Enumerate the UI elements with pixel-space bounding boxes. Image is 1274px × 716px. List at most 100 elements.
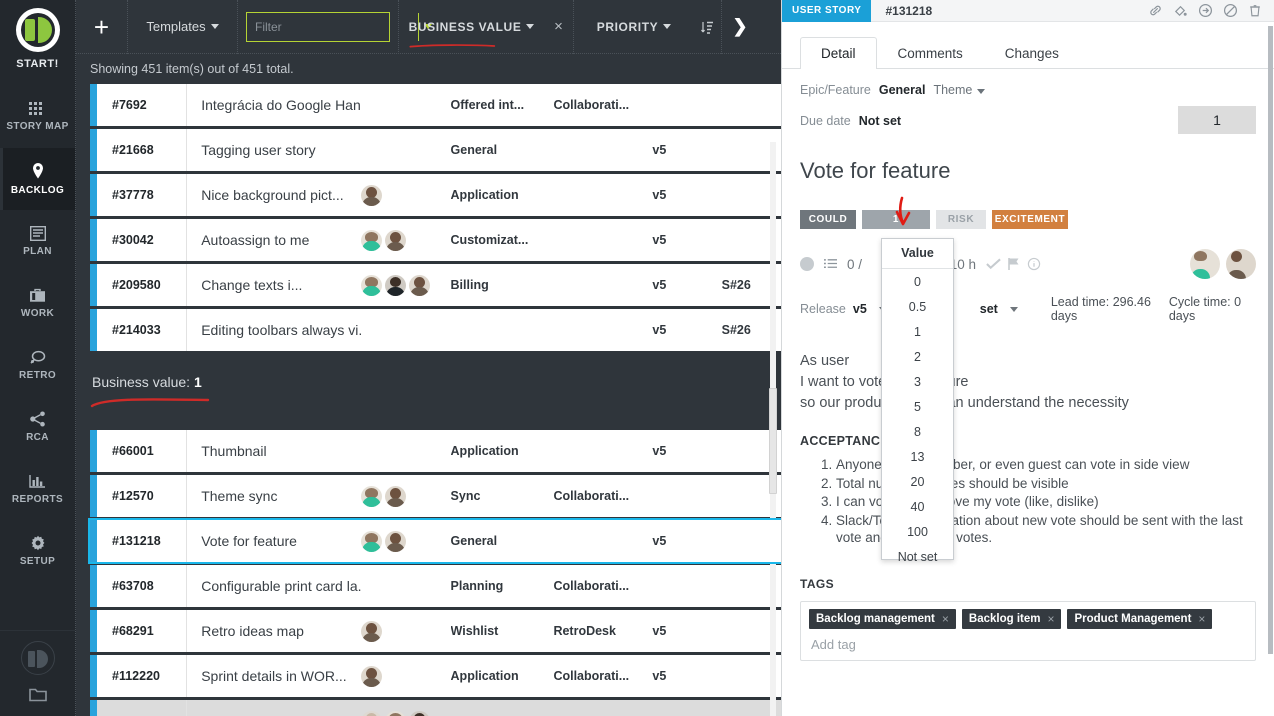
- row-id: #66001: [90, 430, 188, 472]
- sidebar-item-plan[interactable]: PLAN: [0, 210, 75, 272]
- release-value[interactable]: v5: [853, 302, 867, 316]
- sidebar-item-story-map[interactable]: STORY MAP: [0, 86, 75, 148]
- paint-icon[interactable]: [1173, 3, 1188, 18]
- due-date-value[interactable]: Not set: [859, 114, 901, 128]
- sort-order-button[interactable]: [694, 0, 722, 54]
- tab-detail[interactable]: Detail: [800, 37, 877, 69]
- priority-grouping-button[interactable]: PRIORITY: [574, 0, 694, 54]
- row-accent-bar: [90, 174, 97, 216]
- risk-badge[interactable]: RISK: [936, 210, 986, 229]
- value-option[interactable]: 5: [882, 394, 953, 419]
- tab-comments[interactable]: Comments: [877, 37, 984, 69]
- templates-dropdown[interactable]: Templates: [128, 0, 238, 54]
- avatar[interactable]: [1226, 249, 1256, 279]
- remove-tag-icon[interactable]: ×: [1047, 612, 1054, 626]
- block-icon[interactable]: [1223, 3, 1238, 18]
- row-accent-bar: [90, 309, 97, 351]
- theme-dropdown[interactable]: Theme: [933, 83, 986, 97]
- table-row[interactable]: #131218 Vote for feature General v5: [88, 518, 781, 564]
- flag-icon[interactable]: [1007, 257, 1021, 271]
- value-option[interactable]: 20: [882, 469, 953, 494]
- workspace-logo-icon[interactable]: [20, 641, 55, 675]
- value-option[interactable]: 2: [882, 344, 953, 369]
- value-badge[interactable]: 1: [862, 210, 930, 229]
- table-row[interactable]: #7692 Integrácia do Google Han... Offered …: [90, 84, 781, 126]
- excitement-badge[interactable]: EXCITEMENT: [992, 210, 1068, 229]
- detail-panel-scrollbar[interactable]: [1268, 26, 1273, 654]
- sort-icon: [701, 21, 713, 34]
- backlog-rows-top: #7692 Integrácia do Google Han... Offered …: [76, 84, 781, 351]
- table-row[interactable]: #210680SPRT: Prepare ...#Supportnv5S#25: [90, 700, 781, 716]
- row-title: Nice background pict...: [201, 187, 344, 203]
- trash-icon[interactable]: [1248, 3, 1262, 18]
- table-row[interactable]: #63708 Configurable print card la... Plann…: [90, 565, 781, 607]
- value-option[interactable]: 1: [882, 319, 953, 344]
- table-row[interactable]: #37778 Nice background pict... Application…: [90, 174, 781, 216]
- table-row[interactable]: #68291 Retro ideas map Wishlist RetroDesk v5: [90, 610, 781, 652]
- status-dot-icon[interactable]: [800, 257, 814, 271]
- remove-tag-icon[interactable]: ×: [1198, 612, 1205, 626]
- gear-icon: [30, 535, 46, 551]
- tag-chip[interactable]: Product Management ×: [1067, 608, 1213, 629]
- milestone-value[interactable]: set: [980, 302, 998, 316]
- group-header-business-value: Business value: 1: [76, 354, 781, 430]
- tab-changes[interactable]: Changes: [984, 37, 1080, 69]
- row-version: v5: [652, 624, 667, 638]
- epic-feature-value[interactable]: General: [879, 83, 926, 97]
- avatar[interactable]: [1190, 249, 1220, 279]
- epic-feature-row: Epic/Feature General Theme: [800, 83, 1256, 97]
- table-row[interactable]: #12570 Theme sync Sync Collaborati...: [90, 475, 781, 517]
- briefcase-icon: [29, 288, 46, 303]
- sidebar-item-work[interactable]: WORK: [0, 272, 75, 334]
- table-row[interactable]: #30042 Autoassign to me Customizat... v5: [90, 219, 781, 261]
- sidebar-item-setup[interactable]: SETUP: [0, 520, 75, 582]
- description-line: I want to vote for a feature: [800, 374, 968, 390]
- check-icon[interactable]: [986, 258, 1001, 270]
- row-category: Billing: [450, 278, 489, 292]
- tags-box[interactable]: Backlog management × Backlog item × Product …: [800, 600, 1256, 661]
- value-option[interactable]: 8: [882, 419, 953, 444]
- sidebar-item-rca[interactable]: RCA: [0, 396, 75, 458]
- row-version: v5: [652, 143, 667, 157]
- value-option[interactable]: 40: [882, 494, 953, 519]
- folder-icon[interactable]: [28, 687, 47, 702]
- backlog-scrollbar-thumb[interactable]: [769, 388, 777, 494]
- row-project: Collaborati...: [553, 579, 630, 593]
- add-tag-input[interactable]: Add tag: [809, 635, 1247, 654]
- sidebar-item-retro[interactable]: RETRO: [0, 334, 75, 396]
- tag-chip[interactable]: Backlog item ×: [961, 608, 1062, 629]
- remove-tag-icon[interactable]: ×: [942, 612, 949, 626]
- business-value-grouping-button[interactable]: BUSINESS VALUE: [399, 0, 544, 54]
- filter-input[interactable]: [247, 12, 418, 41]
- item-title[interactable]: Vote for feature: [800, 158, 1256, 184]
- move-icon[interactable]: [1198, 3, 1213, 18]
- moscow-badge[interactable]: COULD: [800, 210, 856, 229]
- value-option[interactable]: Not set: [882, 544, 953, 569]
- app-logo[interactable]: START!: [0, 0, 75, 70]
- item-description[interactable]: As user I want to vote for a feature so ou…: [800, 351, 1256, 414]
- table-row[interactable]: #21668 Tagging user story General v5: [90, 129, 781, 171]
- table-row[interactable]: #66001 Thumbnail Application v5: [90, 430, 781, 472]
- value-option[interactable]: 13: [882, 444, 953, 469]
- value-option[interactable]: 100: [882, 519, 953, 544]
- value-option[interactable]: 0: [882, 269, 953, 294]
- value-option[interactable]: 0.5: [882, 294, 953, 319]
- theme-label: Theme: [933, 83, 973, 97]
- sidebar-item-reports[interactable]: REPORTS: [0, 458, 75, 520]
- business-value-box[interactable]: 1: [1178, 106, 1256, 134]
- add-item-button[interactable]: +: [76, 0, 128, 54]
- remove-business-value-grouping-button[interactable]: ×: [544, 0, 574, 54]
- value-dropdown-options: 0 0.5 1 2 3 5 8 13 20 40 100 Not set: [882, 269, 953, 569]
- info-icon[interactable]: [1027, 257, 1041, 271]
- rail-footer: [0, 630, 75, 716]
- value-option[interactable]: 3: [882, 369, 953, 394]
- link-icon[interactable]: [1148, 3, 1163, 18]
- item-count-label: Showing 451 item(s) out of 451 total.: [90, 62, 294, 76]
- sidebar-item-backlog[interactable]: BACKLOG: [0, 148, 75, 210]
- table-row[interactable]: #112220 Sprint details in WOR... Applicati…: [90, 655, 781, 697]
- backlog-toolbar: + Templates BUSINESS VALUE × PRIORITY: [76, 0, 781, 54]
- next-page-button[interactable]: ❯: [722, 0, 758, 54]
- table-row[interactable]: #209580 Change texts i... Billing v5 S#26: [90, 264, 781, 306]
- tag-chip[interactable]: Backlog management ×: [809, 608, 956, 629]
- table-row[interactable]: #214033 Editing toolbars always vi... v5 S#…: [90, 309, 781, 351]
